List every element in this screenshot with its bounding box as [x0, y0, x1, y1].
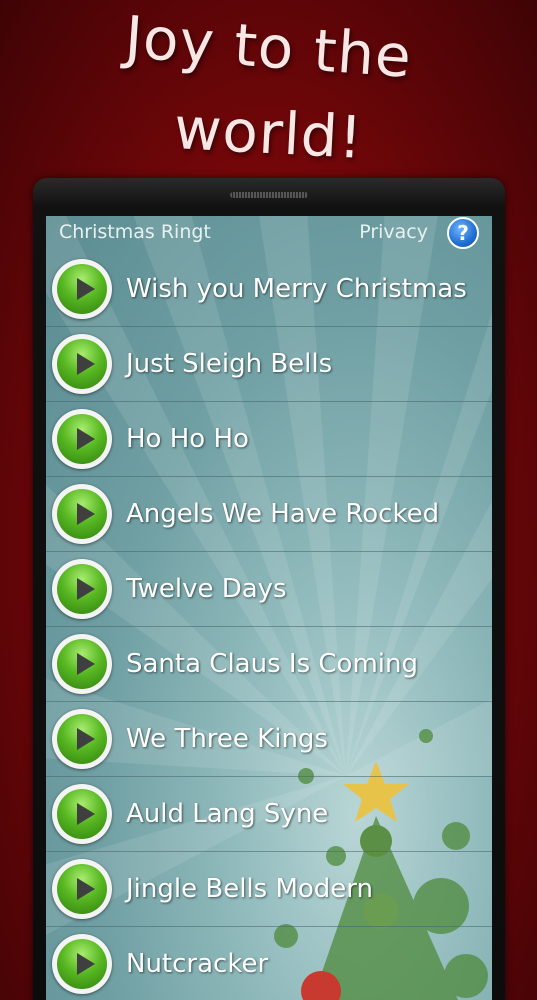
play-icon[interactable]	[52, 634, 112, 694]
list-item[interactable]: Santa Claus Is Coming	[46, 627, 492, 702]
song-title: Wish you Merry Christmas	[126, 274, 467, 304]
list-item[interactable]: Angels We Have Rocked	[46, 477, 492, 552]
list-item[interactable]: Twelve Days	[46, 552, 492, 627]
phone-speaker	[230, 192, 308, 198]
list-item[interactable]: Just Sleigh Bells	[46, 327, 492, 402]
list-item[interactable]: Ho Ho Ho	[46, 402, 492, 477]
song-title: Auld Lang Syne	[126, 799, 329, 829]
app-header: Christmas Ringt Privacy ?	[46, 216, 492, 252]
song-title: We Three Kings	[126, 724, 328, 754]
play-icon[interactable]	[52, 409, 112, 469]
ringtone-list: Wish you Merry Christmas Just Sleigh Bel…	[46, 252, 492, 1000]
app-screen: Christmas Ringt Privacy ? Wish you Merry…	[46, 216, 492, 1000]
song-title: Ho Ho Ho	[126, 424, 249, 454]
song-title: Twelve Days	[126, 574, 287, 604]
song-title: Nutcracker	[126, 949, 269, 979]
help-icon[interactable]: ?	[447, 217, 479, 249]
play-icon[interactable]	[52, 784, 112, 844]
list-item[interactable]: Jingle Bells Modern	[46, 852, 492, 927]
app-title: Christmas Ringt	[59, 221, 211, 243]
play-icon[interactable]	[52, 259, 112, 319]
privacy-link[interactable]: Privacy	[359, 221, 428, 243]
list-item[interactable]: Nutcracker	[46, 927, 492, 1000]
play-icon[interactable]	[52, 709, 112, 769]
list-item[interactable]: Wish you Merry Christmas	[46, 252, 492, 327]
list-item[interactable]: Auld Lang Syne	[46, 777, 492, 852]
song-title: Santa Claus Is Coming	[126, 649, 418, 679]
song-title: Angels We Have Rocked	[126, 499, 440, 529]
banner-line-1: Joy to the	[122, 3, 415, 91]
song-title: Just Sleigh Bells	[126, 349, 333, 379]
play-icon[interactable]	[52, 334, 112, 394]
list-item[interactable]: We Three Kings	[46, 702, 492, 777]
banner-line-2: world!	[172, 94, 365, 172]
phone-frame: Christmas Ringt Privacy ? Wish you Merry…	[33, 178, 505, 1000]
play-icon[interactable]	[52, 559, 112, 619]
play-icon[interactable]	[52, 934, 112, 994]
play-icon[interactable]	[52, 484, 112, 544]
song-title: Jingle Bells Modern	[126, 874, 373, 904]
play-icon[interactable]	[52, 859, 112, 919]
